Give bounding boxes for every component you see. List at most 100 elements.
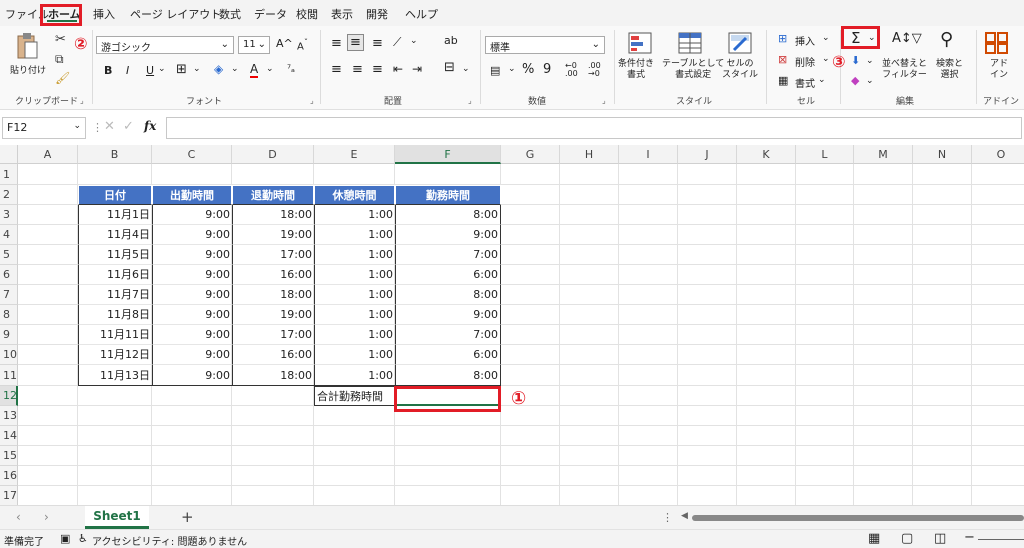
- increase-decimal-icon[interactable]: ←0.00: [565, 62, 578, 78]
- column-header[interactable]: C: [152, 145, 232, 164]
- clipboard-launcher-icon[interactable]: ⌟: [80, 96, 84, 105]
- paste-label[interactable]: 貼り付け: [10, 63, 46, 76]
- chevron-down-icon[interactable]: ⌄: [193, 64, 201, 74]
- table-header-cell[interactable]: 出勤時間: [152, 185, 232, 205]
- row-header[interactable]: 11: [0, 365, 18, 386]
- row-header[interactable]: 10: [0, 345, 18, 365]
- normal-view-icon[interactable]: ▦: [868, 531, 880, 546]
- menu-help[interactable]: ヘルプ: [405, 6, 438, 22]
- table-cell[interactable]: 11月6日: [78, 265, 152, 285]
- table-cell[interactable]: 9:00: [395, 305, 501, 325]
- enter-icon[interactable]: ✓: [123, 119, 134, 134]
- find-select-button[interactable]: 検索と 選択: [936, 59, 963, 81]
- table-cell[interactable]: 1:00: [314, 225, 395, 245]
- paste-button[interactable]: [14, 32, 40, 65]
- select-all-corner[interactable]: [0, 145, 18, 164]
- accounting-format-icon[interactable]: ▤: [490, 64, 500, 77]
- chevron-down-icon[interactable]: ⌄: [158, 64, 166, 74]
- format-as-table-icon[interactable]: [678, 32, 702, 57]
- chevron-down-icon[interactable]: ⌄: [866, 56, 874, 66]
- table-cell[interactable]: 19:00: [232, 305, 314, 325]
- row-header[interactable]: 16: [0, 466, 18, 486]
- table-cell[interactable]: 8:00: [395, 365, 501, 386]
- table-cell[interactable]: 8:00: [395, 285, 501, 305]
- align-bottom-icon[interactable]: ≡: [372, 36, 383, 51]
- number-format-select[interactable]: 標準 ⌄: [485, 36, 605, 54]
- row-header[interactable]: 5: [0, 245, 18, 265]
- find-select-icon[interactable]: ⚲: [940, 29, 953, 50]
- spreadsheet-grid[interactable]: ABCDEFGHIJKLMNO 1 2 3 4 5 6 7 8 9 10 11 12 13 14 15 16 1…: [0, 145, 1024, 505]
- conditional-formatting-icon[interactable]: [628, 32, 652, 57]
- column-header[interactable]: N: [913, 145, 972, 164]
- row-header[interactable]: 1: [0, 164, 18, 185]
- table-cell[interactable]: 16:00: [232, 265, 314, 285]
- table-cell[interactable]: 16:00: [232, 345, 314, 365]
- table-cell[interactable]: 11月4日: [78, 225, 152, 245]
- column-header[interactable]: K: [737, 145, 796, 164]
- row-header[interactable]: 3: [0, 205, 18, 225]
- grow-font-button[interactable]: A^: [276, 37, 293, 50]
- table-cell[interactable]: 9:00: [152, 225, 232, 245]
- table-cell[interactable]: 11月1日: [78, 205, 152, 225]
- page-break-view-icon[interactable]: ◫: [934, 531, 946, 546]
- cancel-icon[interactable]: ✕: [104, 119, 115, 134]
- table-cell[interactable]: 1:00: [314, 345, 395, 365]
- table-cell[interactable]: 11月12日: [78, 345, 152, 365]
- table-cell[interactable]: 1:00: [314, 245, 395, 265]
- shrink-font-button[interactable]: Aˇ: [297, 37, 308, 52]
- table-cell[interactable]: 9:00: [152, 305, 232, 325]
- name-box[interactable]: F12 ⌄: [2, 117, 86, 139]
- table-cell[interactable]: 9:00: [152, 245, 232, 265]
- table-cell[interactable]: 17:00: [232, 245, 314, 265]
- table-header-cell[interactable]: 勤務時間: [395, 185, 501, 205]
- menu-developer[interactable]: 開発: [366, 6, 388, 22]
- sort-filter-icon[interactable]: A↕▽: [892, 31, 922, 46]
- scroll-left-icon[interactable]: ‹: [16, 510, 21, 524]
- bold-button[interactable]: B: [104, 64, 112, 77]
- table-cell[interactable]: 6:00: [395, 345, 501, 365]
- row-header[interactable]: 17: [0, 486, 18, 505]
- table-cell[interactable]: 17:00: [232, 325, 314, 345]
- orientation-icon[interactable]: ⟋: [393, 35, 401, 50]
- insert-cells-icon[interactable]: ⊞: [778, 32, 787, 45]
- row-header[interactable]: 13: [0, 406, 18, 426]
- page-layout-view-icon[interactable]: ▢: [901, 531, 913, 546]
- horizontal-scrollbar[interactable]: [692, 515, 1024, 521]
- phonetic-icon[interactable]: ⁷ₐ: [287, 64, 295, 75]
- table-cell[interactable]: 9:00: [152, 285, 232, 305]
- number-launcher-icon[interactable]: ⌟: [602, 96, 606, 105]
- sort-filter-button[interactable]: 並べ替えと フィルター: [882, 59, 927, 81]
- table-cell[interactable]: 9:00: [152, 345, 232, 365]
- row-header[interactable]: 14: [0, 426, 18, 446]
- more-options-icon[interactable]: ⋮: [662, 511, 673, 524]
- table-header-cell[interactable]: 休憩時間: [314, 185, 395, 205]
- table-cell[interactable]: 11月13日: [78, 365, 152, 386]
- copy-icon[interactable]: ⧉: [55, 52, 64, 67]
- table-cell[interactable]: 9:00: [152, 365, 232, 386]
- chevron-down-icon[interactable]: ⌄: [866, 76, 874, 86]
- table-cell[interactable]: 11月11日: [78, 325, 152, 345]
- row-header[interactable]: 2: [0, 185, 18, 205]
- delete-cells-button[interactable]: 削除: [795, 54, 815, 69]
- column-header[interactable]: B: [78, 145, 152, 164]
- merge-center-icon[interactable]: ⊟: [444, 60, 455, 75]
- table-cell[interactable]: 9:00: [152, 325, 232, 345]
- column-header[interactable]: M: [854, 145, 913, 164]
- column-header[interactable]: O: [972, 145, 1024, 164]
- chevron-down-icon[interactable]: ⌄: [508, 64, 516, 74]
- decrease-decimal-icon[interactable]: .00 →0: [588, 62, 601, 78]
- align-top-icon[interactable]: ≡: [331, 36, 342, 51]
- font-size-select[interactable]: 11 ⌄: [238, 36, 270, 54]
- accessibility-status[interactable]: アクセシビリティ: 問題ありません: [92, 533, 247, 548]
- row-header[interactable]: 7: [0, 285, 18, 305]
- cut-icon[interactable]: ✂: [55, 32, 66, 47]
- table-cell[interactable]: 1:00: [314, 365, 395, 386]
- table-cell[interactable]: 9:00: [152, 265, 232, 285]
- insert-function-button[interactable]: fx: [144, 119, 156, 133]
- font-name-select[interactable]: 游ゴシック ⌄: [96, 36, 234, 54]
- table-cell[interactable]: 18:00: [232, 205, 314, 225]
- row-header[interactable]: 8: [0, 305, 18, 325]
- accessibility-icon[interactable]: ♿: [78, 532, 88, 545]
- more-options-icon[interactable]: ⋮: [92, 121, 103, 134]
- column-header[interactable]: H: [560, 145, 619, 164]
